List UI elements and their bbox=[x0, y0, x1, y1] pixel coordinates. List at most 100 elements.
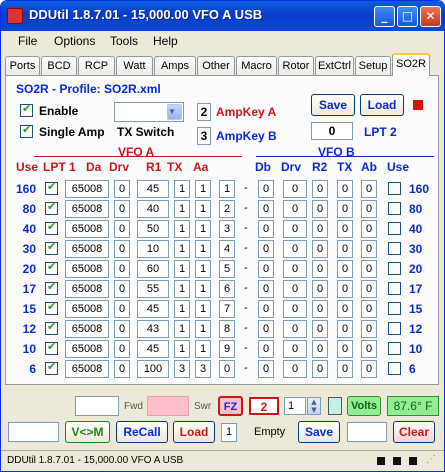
drv-a-field[interactable]: 40 bbox=[137, 200, 169, 218]
lpt-field[interactable]: 65008 bbox=[65, 260, 109, 278]
menu-tools[interactable]: Tools bbox=[110, 34, 138, 48]
r1-field[interactable]: 1 bbox=[174, 180, 190, 198]
ampkey-b-port[interactable]: 3 bbox=[197, 127, 211, 145]
recall-button[interactable]: ReCall bbox=[116, 421, 168, 443]
drv-b-field[interactable]: 0 bbox=[283, 220, 307, 238]
r1-field[interactable]: 1 bbox=[174, 280, 190, 298]
db-field[interactable]: 0 bbox=[258, 200, 274, 218]
tab-macro[interactable]: Macro bbox=[236, 56, 277, 75]
da-field[interactable]: 0 bbox=[114, 200, 130, 218]
tab-extctrl[interactable]: ExtCtrl bbox=[315, 56, 354, 75]
db-field[interactable]: 0 bbox=[258, 240, 274, 258]
tx-b-field[interactable]: 0 bbox=[337, 340, 353, 358]
drv-b-field[interactable]: 0 bbox=[283, 340, 307, 358]
drv-a-field[interactable]: 45 bbox=[137, 300, 169, 318]
aa-field[interactable]: 9 bbox=[219, 340, 235, 358]
menu-file[interactable]: File bbox=[18, 34, 37, 48]
load-profile-button[interactable]: Load bbox=[360, 94, 404, 116]
aa-field[interactable]: 1 bbox=[219, 180, 235, 198]
volts-button[interactable]: Volts bbox=[347, 396, 381, 416]
tx-a-field[interactable]: 1 bbox=[195, 180, 211, 198]
ab-field[interactable]: 0 bbox=[361, 240, 377, 258]
tx-switch-select[interactable]: ▼ bbox=[114, 102, 184, 122]
drv-a-field[interactable]: 60 bbox=[137, 260, 169, 278]
da-field[interactable]: 0 bbox=[114, 180, 130, 198]
use-a-checkbox[interactable] bbox=[45, 220, 58, 235]
db-field[interactable]: 0 bbox=[258, 180, 274, 198]
tab-rcp[interactable]: RCP bbox=[78, 56, 115, 75]
tx-a-field[interactable]: 1 bbox=[195, 340, 211, 358]
tx-a-field[interactable]: 1 bbox=[195, 260, 211, 278]
tx-b-field[interactable]: 0 bbox=[337, 320, 353, 338]
da-field[interactable]: 0 bbox=[114, 240, 130, 258]
tx-a-field[interactable]: 1 bbox=[195, 240, 211, 258]
drv-a-field[interactable]: 50 bbox=[137, 220, 169, 238]
r2-field[interactable]: 0 bbox=[312, 240, 328, 258]
use-a-checkbox[interactable] bbox=[45, 340, 58, 355]
use-b-checkbox[interactable] bbox=[388, 242, 401, 255]
drv-b-field[interactable]: 0 bbox=[283, 180, 307, 198]
tx-a-field[interactable]: 1 bbox=[195, 320, 211, 338]
tab-bcd[interactable]: BCD bbox=[41, 56, 77, 75]
r1-field[interactable]: 1 bbox=[174, 340, 190, 358]
tx-b-field[interactable]: 0 bbox=[337, 300, 353, 318]
r1-field[interactable]: 1 bbox=[174, 320, 190, 338]
db-field[interactable]: 0 bbox=[258, 260, 274, 278]
drv-b-field[interactable]: 0 bbox=[283, 200, 307, 218]
db-field[interactable]: 0 bbox=[258, 220, 274, 238]
use-a-checkbox[interactable] bbox=[45, 360, 58, 375]
lpt-field[interactable]: 65008 bbox=[65, 320, 109, 338]
memory-slot[interactable]: 1 bbox=[221, 423, 237, 442]
aa-field[interactable]: 4 bbox=[219, 240, 235, 258]
lpt-field[interactable]: 65008 bbox=[65, 200, 109, 218]
use-b-checkbox[interactable] bbox=[388, 222, 401, 235]
use-a-checkbox[interactable] bbox=[45, 300, 58, 315]
ab-field[interactable]: 0 bbox=[361, 200, 377, 218]
r1-field[interactable]: 1 bbox=[174, 260, 190, 278]
da-field[interactable]: 0 bbox=[114, 260, 130, 278]
lpt-input[interactable]: 0 bbox=[311, 122, 353, 140]
db-field[interactable]: 0 bbox=[258, 320, 274, 338]
ab-field[interactable]: 0 bbox=[361, 300, 377, 318]
ab-field[interactable]: 0 bbox=[361, 220, 377, 238]
ab-field[interactable]: 0 bbox=[361, 340, 377, 358]
tab-rotor[interactable]: Rotor bbox=[278, 56, 314, 75]
tab-amps[interactable]: Amps bbox=[154, 56, 196, 75]
memory-name-input[interactable] bbox=[347, 422, 387, 442]
clear-button[interactable]: Clear bbox=[393, 421, 435, 443]
spin-input[interactable]: 1 bbox=[284, 397, 306, 415]
r2-field[interactable]: 0 bbox=[312, 360, 328, 378]
r2-field[interactable]: 0 bbox=[312, 220, 328, 238]
aa-field[interactable]: 8 bbox=[219, 320, 235, 338]
lpt-field[interactable]: 65008 bbox=[65, 360, 109, 378]
da-field[interactable]: 0 bbox=[114, 340, 130, 358]
r2-field[interactable]: 0 bbox=[312, 280, 328, 298]
lpt-field[interactable]: 65008 bbox=[65, 180, 109, 198]
use-b-checkbox[interactable] bbox=[388, 202, 401, 215]
r2-field[interactable]: 0 bbox=[312, 200, 328, 218]
tx-a-field[interactable]: 1 bbox=[195, 220, 211, 238]
r2-field[interactable]: 0 bbox=[312, 260, 328, 278]
db-field[interactable]: 0 bbox=[258, 280, 274, 298]
da-field[interactable]: 0 bbox=[114, 320, 130, 338]
fz-button[interactable]: FZ bbox=[218, 396, 243, 416]
drv-a-field[interactable]: 45 bbox=[137, 180, 169, 198]
save-memory-button[interactable]: Save bbox=[298, 421, 340, 443]
use-b-checkbox[interactable] bbox=[388, 262, 401, 275]
close-button[interactable]: ✕ bbox=[420, 6, 441, 27]
drv-b-field[interactable]: 0 bbox=[283, 360, 307, 378]
load-memory-button[interactable]: Load bbox=[173, 421, 215, 443]
r1-field[interactable]: 1 bbox=[174, 300, 190, 318]
r2-field[interactable]: 0 bbox=[312, 320, 328, 338]
memory-freq-input[interactable] bbox=[8, 422, 59, 442]
use-b-checkbox[interactable] bbox=[388, 182, 401, 195]
db-field[interactable]: 0 bbox=[258, 360, 274, 378]
tx-a-field[interactable]: 1 bbox=[195, 280, 211, 298]
aa-field[interactable]: 0 bbox=[219, 360, 235, 378]
tx-a-field[interactable]: 3 bbox=[195, 360, 211, 378]
drv-a-field[interactable]: 43 bbox=[137, 320, 169, 338]
spin-updown-icon[interactable]: ▲ ▼ bbox=[307, 397, 321, 415]
r1-field[interactable]: 1 bbox=[174, 220, 190, 238]
tx-b-field[interactable]: 0 bbox=[337, 220, 353, 238]
ampkey-a-port[interactable]: 2 bbox=[197, 103, 211, 121]
